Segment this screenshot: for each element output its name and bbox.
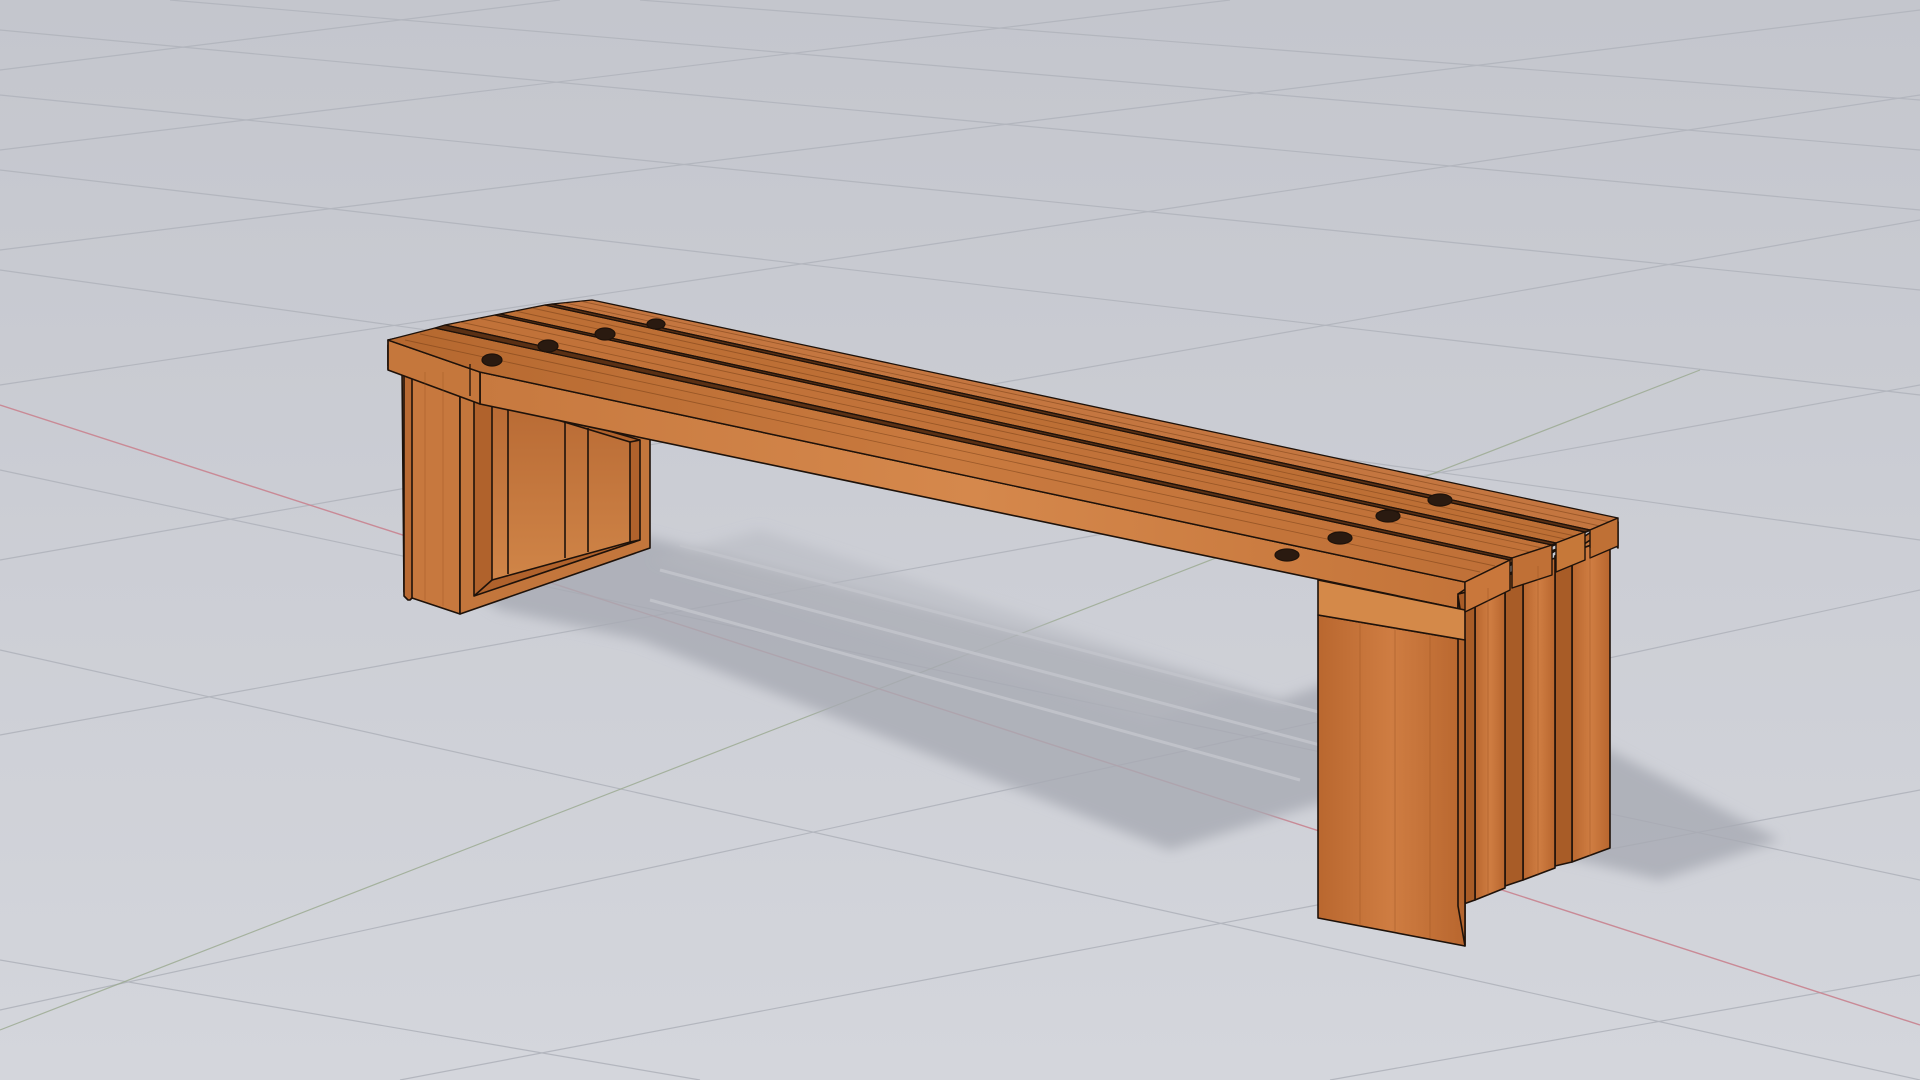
dowel-hole-left-3 <box>594 327 616 341</box>
scene-svg <box>0 0 1920 1080</box>
dowel-hole-left-2 <box>537 339 559 353</box>
dowel-hole-left-4 <box>646 318 666 330</box>
3d-viewport[interactable] <box>0 0 1920 1080</box>
dowel-hole-right-1 <box>1274 548 1300 562</box>
dowel-hole-right-3 <box>1375 509 1401 523</box>
dowel-hole-right-2 <box>1327 531 1353 545</box>
dowel-hole-right-4 <box>1427 493 1453 507</box>
dowel-hole-left-1 <box>481 353 503 367</box>
